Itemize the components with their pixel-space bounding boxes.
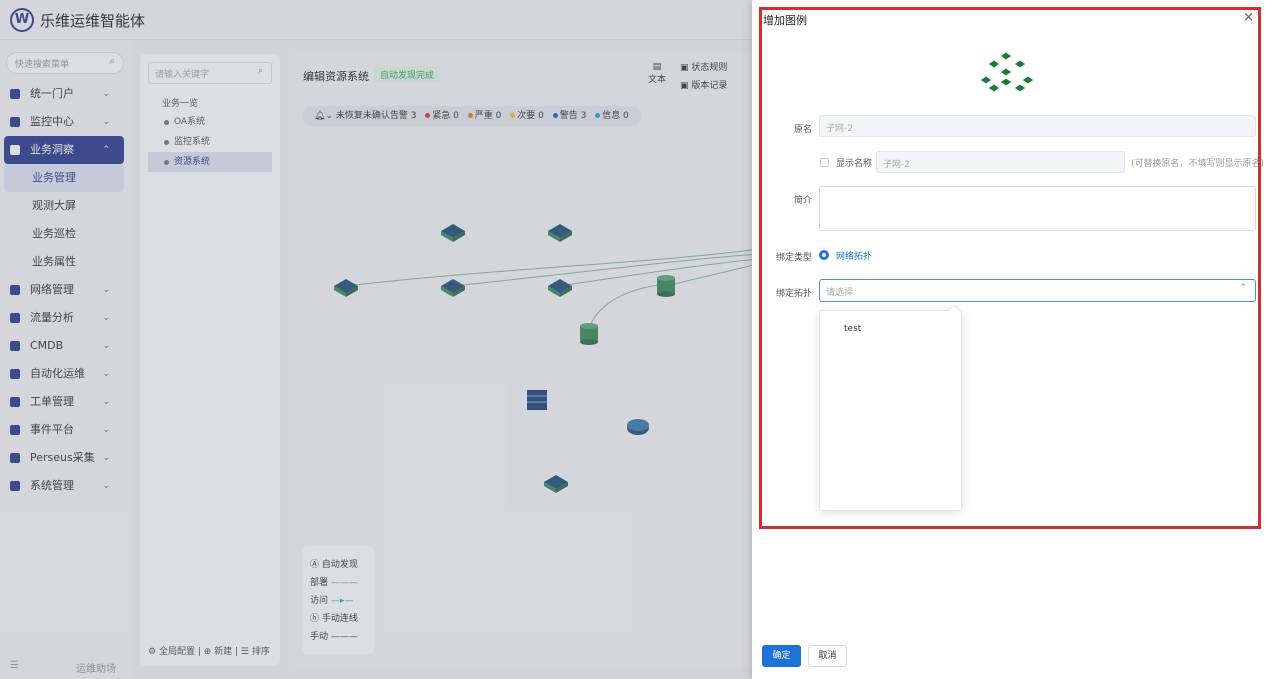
show-name-checkbox[interactable] xyxy=(820,158,829,167)
dropdown-arrow xyxy=(948,304,960,316)
cancel-button[interactable]: 取消 xyxy=(808,645,847,667)
orig-name-label: 原名 xyxy=(793,125,812,135)
bind-type-radio[interactable] xyxy=(819,250,829,260)
dropdown-option-test[interactable]: test xyxy=(844,324,861,334)
drawer-title: 增加图例 xyxy=(763,14,807,27)
subnet-icon xyxy=(979,51,1035,93)
show-name-field[interactable]: 子网-2 xyxy=(876,151,1125,173)
orig-name-field: 子网-2 xyxy=(819,115,1256,137)
intro-textarea[interactable] xyxy=(819,186,1256,231)
bind-type-label: 绑定类型 xyxy=(775,253,812,263)
bind-topo-select[interactable]: 请选择 ⌃ xyxy=(819,279,1256,302)
add-legend-drawer: 增加图例 × 原名 子网-2 显示名称 子网-2 (可替换原名，不填写则显示原名… xyxy=(752,0,1267,679)
close-icon[interactable]: × xyxy=(1243,10,1254,25)
bind-topo-label: 绑定拓扑 xyxy=(775,289,812,299)
show-name-label[interactable]: 显示名称 xyxy=(836,156,872,169)
show-name-hint: (可替换原名，不填写则显示原名) xyxy=(1131,159,1265,169)
confirm-button[interactable]: 确定 xyxy=(762,645,801,667)
chevron-up-icon: ⌃ xyxy=(1239,283,1247,293)
bind-type-option-label[interactable]: 网络拓扑 xyxy=(836,249,872,262)
bind-topo-dropdown: test xyxy=(819,304,962,511)
intro-label: 简介 xyxy=(793,196,812,206)
bind-topo-placeholder: 请选择 xyxy=(826,288,854,298)
